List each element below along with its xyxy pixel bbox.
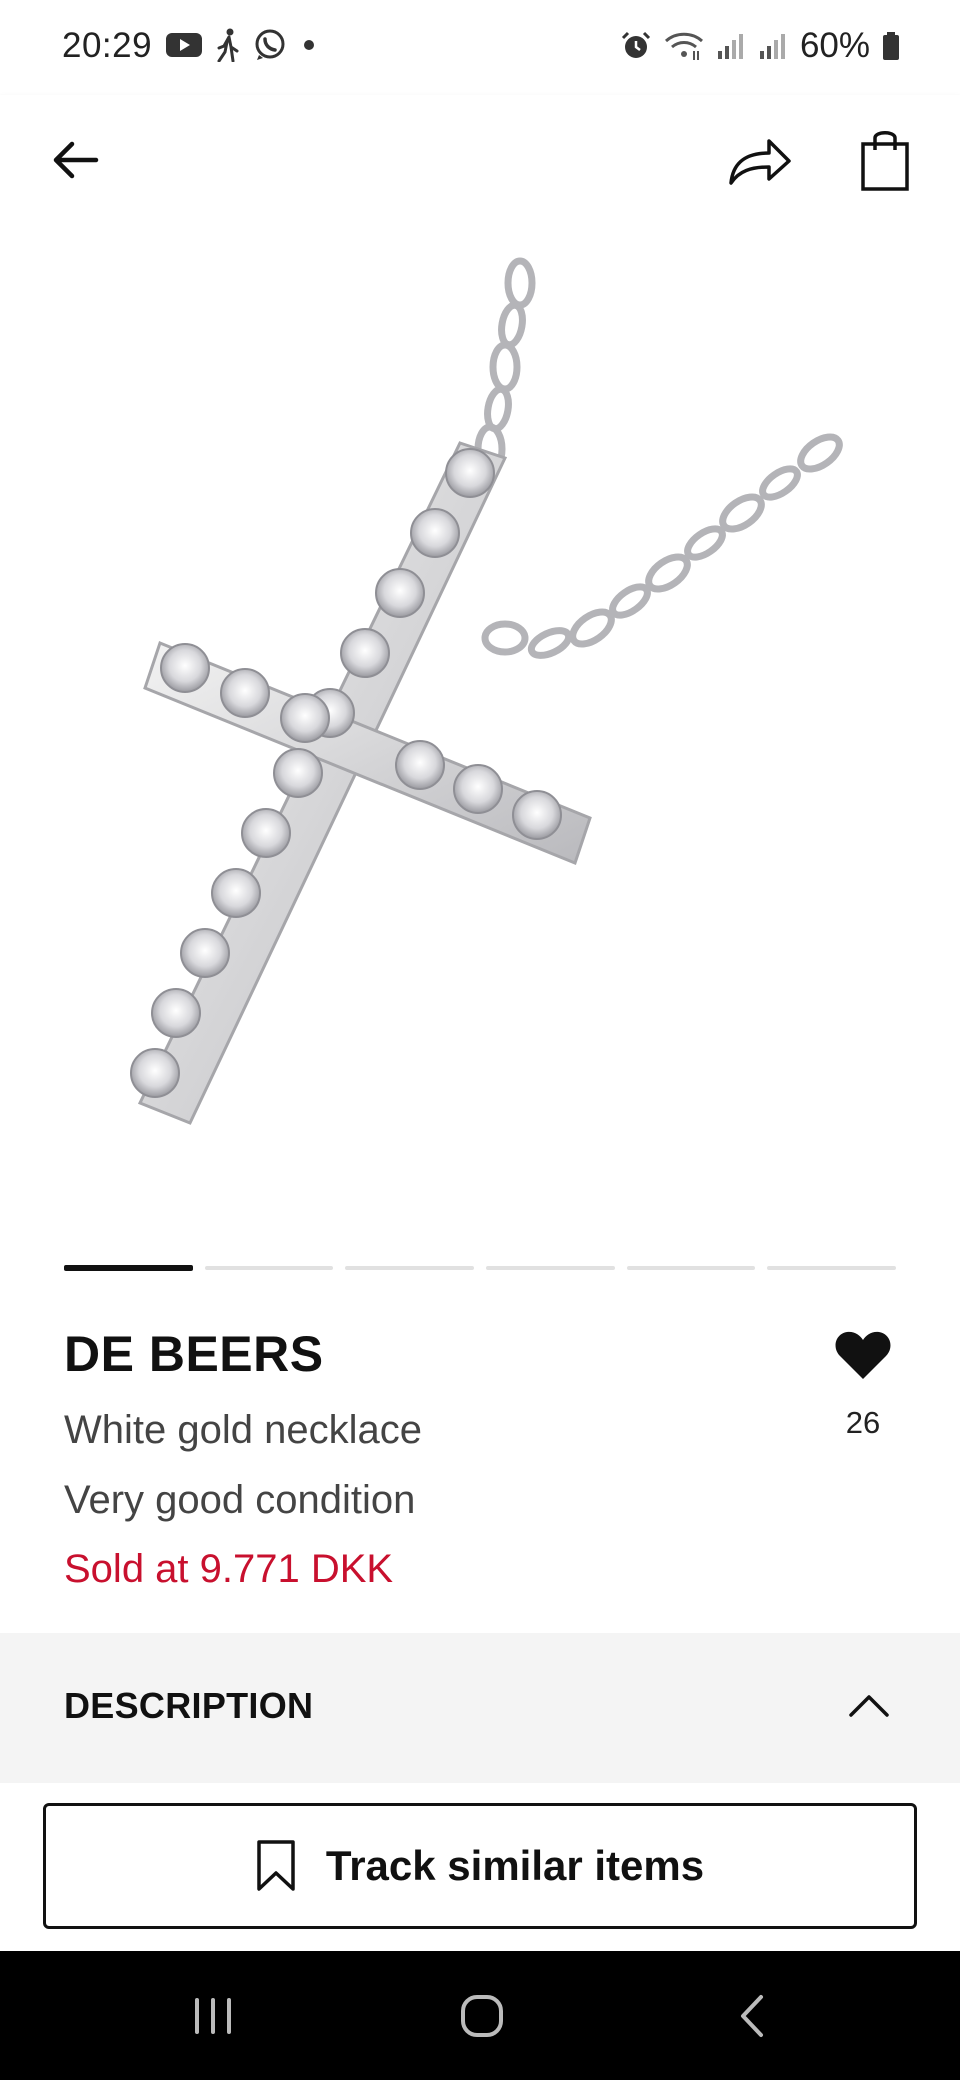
back-icon bbox=[741, 1995, 763, 2037]
arrow-left-icon bbox=[53, 141, 99, 179]
track-similar-items-label: Track similar items bbox=[325, 1842, 705, 1889]
back-button[interactable] bbox=[40, 125, 110, 195]
share-button[interactable] bbox=[720, 125, 800, 195]
system-back-button[interactable] bbox=[712, 1981, 792, 2051]
cross-pendant bbox=[130, 441, 592, 1125]
carousel-dot[interactable] bbox=[486, 1266, 615, 1270]
product-price: Sold at 9.771 DKK bbox=[64, 1547, 394, 1591]
home-icon bbox=[461, 1995, 503, 2037]
battery-percentage: 60% bbox=[799, 26, 870, 65]
alarm-icon bbox=[621, 31, 650, 58]
shopping-bag-button[interactable] bbox=[850, 120, 920, 200]
product-condition: Very good condition bbox=[64, 1478, 416, 1522]
status-bar: 20:29 60% bbox=[0, 0, 960, 95]
signal-icon bbox=[717, 34, 743, 59]
status-left-icons bbox=[165, 28, 319, 62]
description-title: DESCRIPTION bbox=[64, 1685, 314, 1726]
favorite-button[interactable] bbox=[828, 1325, 898, 1385]
carousel-dot[interactable] bbox=[767, 1266, 897, 1270]
necklace-image bbox=[130, 257, 843, 1125]
chain-left bbox=[474, 257, 536, 475]
battery-icon bbox=[883, 32, 899, 60]
walking-icon bbox=[217, 28, 239, 62]
status-right: 60% bbox=[620, 26, 900, 66]
track-section: Track similar items bbox=[0, 1783, 960, 1951]
product-brand[interactable]: DE BEERS bbox=[64, 1325, 324, 1383]
whatsapp-icon bbox=[255, 29, 285, 60]
favorite-count: 26 bbox=[845, 1405, 881, 1440]
chain-right bbox=[481, 433, 843, 659]
description-section[interactable]: DESCRIPTION bbox=[0, 1633, 960, 1783]
home-button[interactable] bbox=[442, 1981, 522, 2051]
carousel-dot[interactable] bbox=[626, 1266, 756, 1270]
image-carousel-indicator bbox=[64, 1265, 897, 1271]
heart-icon bbox=[835, 1331, 891, 1379]
chevron-up-icon[interactable] bbox=[845, 1685, 893, 1725]
product-name: White gold necklace bbox=[64, 1408, 422, 1452]
bookmark-icon bbox=[257, 1840, 295, 1891]
track-similar-items-button[interactable]: Track similar items bbox=[43, 1803, 917, 1929]
wifi-icon bbox=[664, 32, 703, 60]
carousel-dot[interactable] bbox=[204, 1266, 334, 1270]
carousel-dot-active[interactable] bbox=[64, 1265, 193, 1271]
youtube-icon bbox=[166, 33, 202, 57]
dot-icon bbox=[304, 40, 314, 50]
status-time: 20:29 bbox=[62, 26, 153, 65]
signal-icon bbox=[759, 34, 785, 59]
recent-apps-button[interactable] bbox=[173, 1981, 253, 2051]
recent-apps-icon bbox=[195, 1998, 231, 2034]
carousel-dot[interactable] bbox=[345, 1266, 475, 1270]
product-image[interactable] bbox=[0, 243, 960, 1233]
shopping-bag-icon bbox=[861, 131, 909, 191]
system-nav-bar bbox=[0, 1951, 960, 2080]
share-icon bbox=[729, 139, 791, 185]
app-header bbox=[0, 95, 960, 243]
